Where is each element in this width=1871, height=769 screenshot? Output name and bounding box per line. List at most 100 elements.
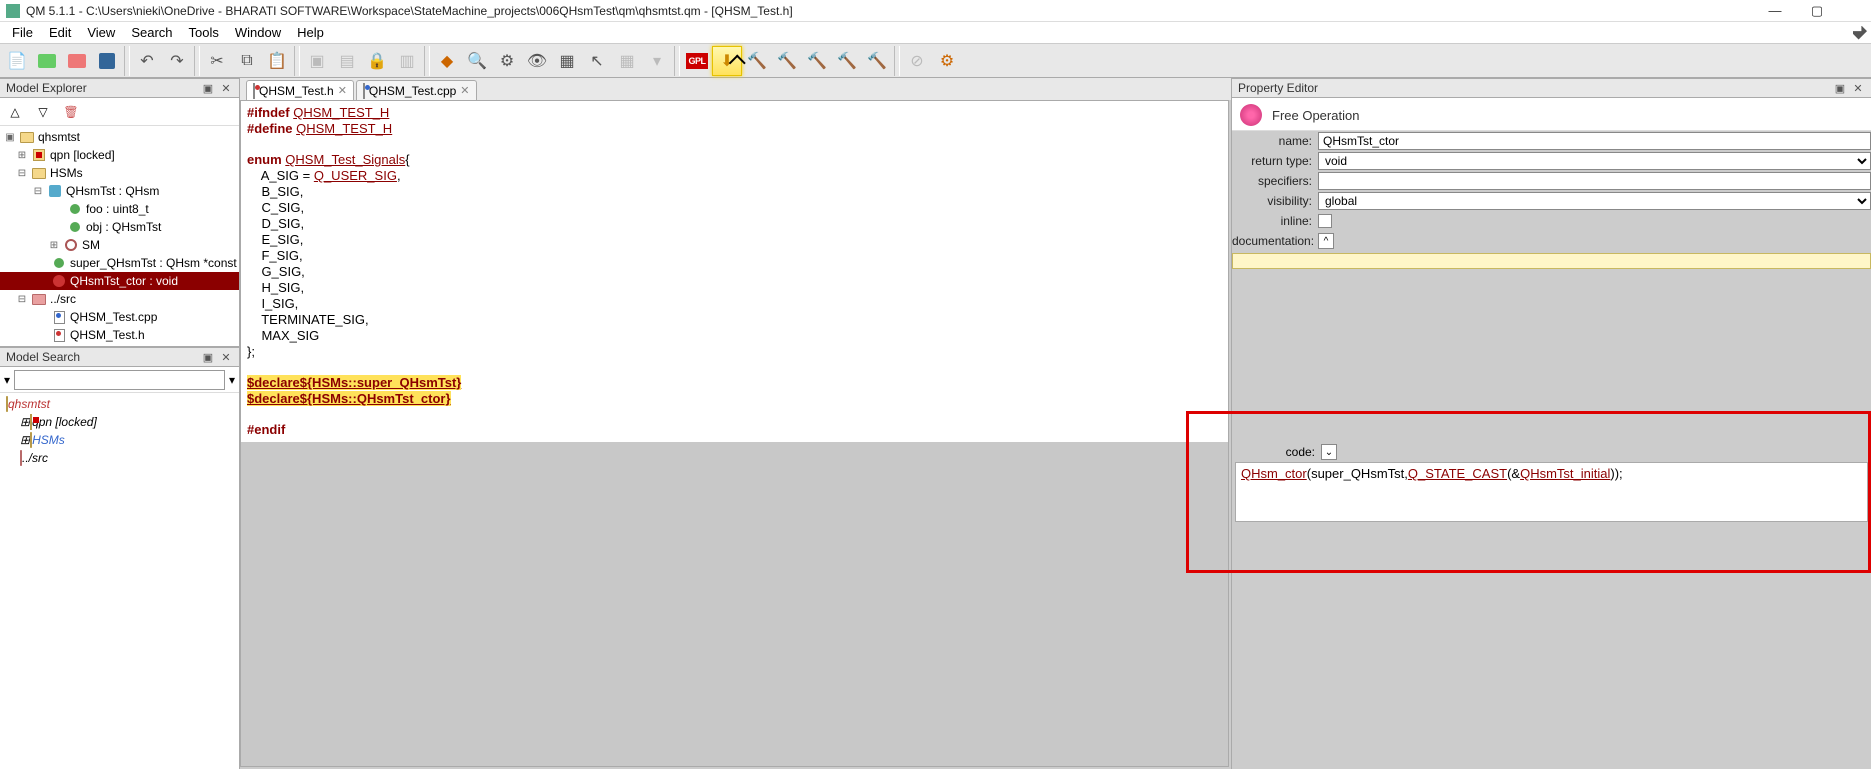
model-explorer-title: Model Explorer	[6, 81, 197, 95]
documentation-area[interactable]	[1232, 253, 1871, 269]
tb-icon-3[interactable]: ▥	[392, 46, 422, 76]
panel-close-icon[interactable]: ✕	[219, 81, 233, 95]
return-type-select[interactable]: void	[1318, 152, 1871, 170]
trash-icon[interactable]: 🗑	[60, 101, 82, 123]
down-triangle-icon[interactable]: ▽	[32, 101, 54, 123]
documentation-toggle[interactable]: ^	[1318, 233, 1334, 249]
tree-hsms[interactable]: HSMs	[50, 166, 83, 180]
undo-button[interactable]: ↶	[132, 46, 162, 76]
open-button[interactable]	[32, 46, 62, 76]
specifiers-input[interactable]	[1318, 172, 1871, 190]
code-textarea[interactable]: QHsm_ctor(super_QHsmTst,Q_STATE_CAST(&QH…	[1235, 462, 1868, 522]
paste-button[interactable]: 📋	[262, 46, 292, 76]
settings-icon[interactable]: ⚙	[492, 46, 522, 76]
tree-src[interactable]: ../src	[50, 292, 76, 306]
search-results[interactable]: qhsmtst ⊞qpn [locked] ⊞HSMs ../src	[0, 393, 239, 769]
tb-icon-2[interactable]: ▤	[332, 46, 362, 76]
inline-label: inline:	[1232, 214, 1318, 228]
tree-super[interactable]: super_QHsmTst : QHsm *const	[70, 256, 237, 270]
search-combo-icon[interactable]: ▾	[229, 373, 235, 387]
tree-sm[interactable]: SM	[82, 238, 100, 252]
code-editor[interactable]: #ifndef QHSM_TEST_H #define QHSM_TEST_H …	[240, 100, 1229, 767]
zoom-button[interactable]: 🔍	[462, 46, 492, 76]
tab-label-1: QHSM_Test.cpp	[369, 84, 456, 98]
prop-restore-icon[interactable]: ▣	[1833, 81, 1847, 95]
tab-close-0[interactable]: ✕	[338, 84, 347, 97]
operation-type-label: Free Operation	[1272, 108, 1359, 123]
tree-qhsm-tst[interactable]: QHsmTst : QHsm	[66, 184, 159, 198]
minimize-button[interactable]: —	[1767, 3, 1783, 19]
menu-help[interactable]: Help	[289, 25, 332, 40]
search-close-icon[interactable]: ✕	[219, 350, 233, 364]
name-label: name:	[1232, 134, 1318, 148]
hammer-icon-4[interactable]: 🔨	[832, 46, 862, 76]
tab-qhsm-test-h[interactable]: QHSM_Test.h ✕	[246, 80, 354, 100]
tab-close-1[interactable]: ✕	[460, 84, 469, 97]
search-restore-icon[interactable]: ▣	[201, 350, 215, 364]
stop-icon[interactable]: ⊘	[902, 46, 932, 76]
tree-foo[interactable]: foo : uint8_t	[86, 202, 149, 216]
tb-icon-1[interactable]: ▣	[302, 46, 332, 76]
redo-button[interactable]: ↷	[162, 46, 192, 76]
model-tree[interactable]: ▣qhsmtst ⊞qpn [locked] ⊟HSMs ⊟QHsmTst : …	[0, 126, 239, 346]
sres-hsms[interactable]: HSMs	[32, 433, 65, 447]
sres-src[interactable]: ../src	[22, 451, 48, 465]
hammer-icon-2[interactable]: 🔨	[772, 46, 802, 76]
hammer-icon-1[interactable]: 🔨	[742, 46, 772, 76]
new-button[interactable]: 📄	[2, 46, 32, 76]
tree-ctor[interactable]: QHsmTst_ctor : void	[70, 274, 178, 288]
hammer-icon-3[interactable]: 🔨	[802, 46, 832, 76]
menu-tools[interactable]: Tools	[181, 25, 227, 40]
tree-h[interactable]: QHSM_Test.h	[70, 328, 145, 342]
prop-close-icon[interactable]: ✕	[1851, 81, 1865, 95]
dropdown-icon[interactable]: ▾	[642, 46, 672, 76]
property-editor-header: Property Editor ▣ ✕	[1232, 78, 1871, 98]
model-search-header: Model Search ▣ ✕	[0, 347, 239, 367]
explorer-toolbar: △ ▽ 🗑	[0, 98, 239, 126]
model-explorer-header: Model Explorer ▣ ✕	[0, 78, 239, 98]
wrench-icon[interactable]	[1853, 26, 1867, 40]
menu-window[interactable]: Window	[227, 25, 289, 40]
copy-button[interactable]: ⧉	[232, 46, 262, 76]
list-icon[interactable]: ▦	[552, 46, 582, 76]
pointer-icon[interactable]: ↖	[582, 46, 612, 76]
up-triangle-icon[interactable]: △	[4, 101, 26, 123]
menu-search[interactable]: Search	[123, 25, 180, 40]
visibility-label: visibility:	[1232, 194, 1318, 208]
window-title: QM 5.1.1 - C:\Users\nieki\OneDrive - BHA…	[26, 4, 1767, 18]
tree-cpp[interactable]: QHSM_Test.cpp	[70, 310, 157, 324]
name-input[interactable]	[1318, 132, 1871, 150]
maximize-button[interactable]: ▢	[1809, 3, 1825, 19]
titlebar: QM 5.1.1 - C:\Users\nieki\OneDrive - BHA…	[0, 0, 1871, 22]
tree-root[interactable]: qhsmtst	[38, 130, 80, 144]
close-button[interactable]	[62, 46, 92, 76]
panel-restore-icon[interactable]: ▣	[201, 81, 215, 95]
generate-code-button[interactable]: ⬇	[712, 46, 742, 76]
toolbar: 📄 ↶ ↷ ✂ ⧉ 📋 ▣ ▤ 🔒 ▥ ◆ 🔍 ⚙ 👁 ▦ ↖ ▦ ▾ GPL …	[0, 44, 1871, 78]
tree-obj[interactable]: obj : QHsmTst	[86, 220, 161, 234]
tool-gear-icon[interactable]: ⚙	[932, 46, 962, 76]
search-dropdown-icon[interactable]: ▾	[4, 373, 10, 387]
inline-checkbox[interactable]	[1318, 214, 1332, 228]
highlighted-code-region: code: ⌄ QHsm_ctor(super_QHsmTst,Q_STATE_…	[1186, 411, 1871, 573]
cut-button[interactable]: ✂	[202, 46, 232, 76]
sres-root[interactable]: qhsmtst	[8, 397, 50, 411]
eye-icon[interactable]: 👁	[522, 46, 552, 76]
tab-qhsm-test-cpp[interactable]: QHSM_Test.cpp ✕	[356, 80, 477, 100]
menu-view[interactable]: View	[79, 25, 123, 40]
tb-color-icon[interactable]: ◆	[432, 46, 462, 76]
tree-qpn[interactable]: qpn [locked]	[50, 148, 115, 162]
visibility-select[interactable]: global	[1318, 192, 1871, 210]
lock-icon[interactable]: 🔒	[362, 46, 392, 76]
hammer-icon-5[interactable]: 🔨	[862, 46, 892, 76]
code-toggle[interactable]: ⌄	[1321, 444, 1337, 460]
gpl-icon[interactable]: GPL	[682, 46, 712, 76]
editor-empty-area	[241, 442, 1228, 767]
grid-icon[interactable]: ▦	[612, 46, 642, 76]
search-input[interactable]	[14, 370, 225, 390]
documentation-label: documentation:	[1232, 234, 1318, 248]
menu-file[interactable]: File	[4, 25, 41, 40]
save-button[interactable]	[92, 46, 122, 76]
sres-qpn[interactable]: qpn [locked]	[32, 415, 97, 429]
menu-edit[interactable]: Edit	[41, 25, 79, 40]
